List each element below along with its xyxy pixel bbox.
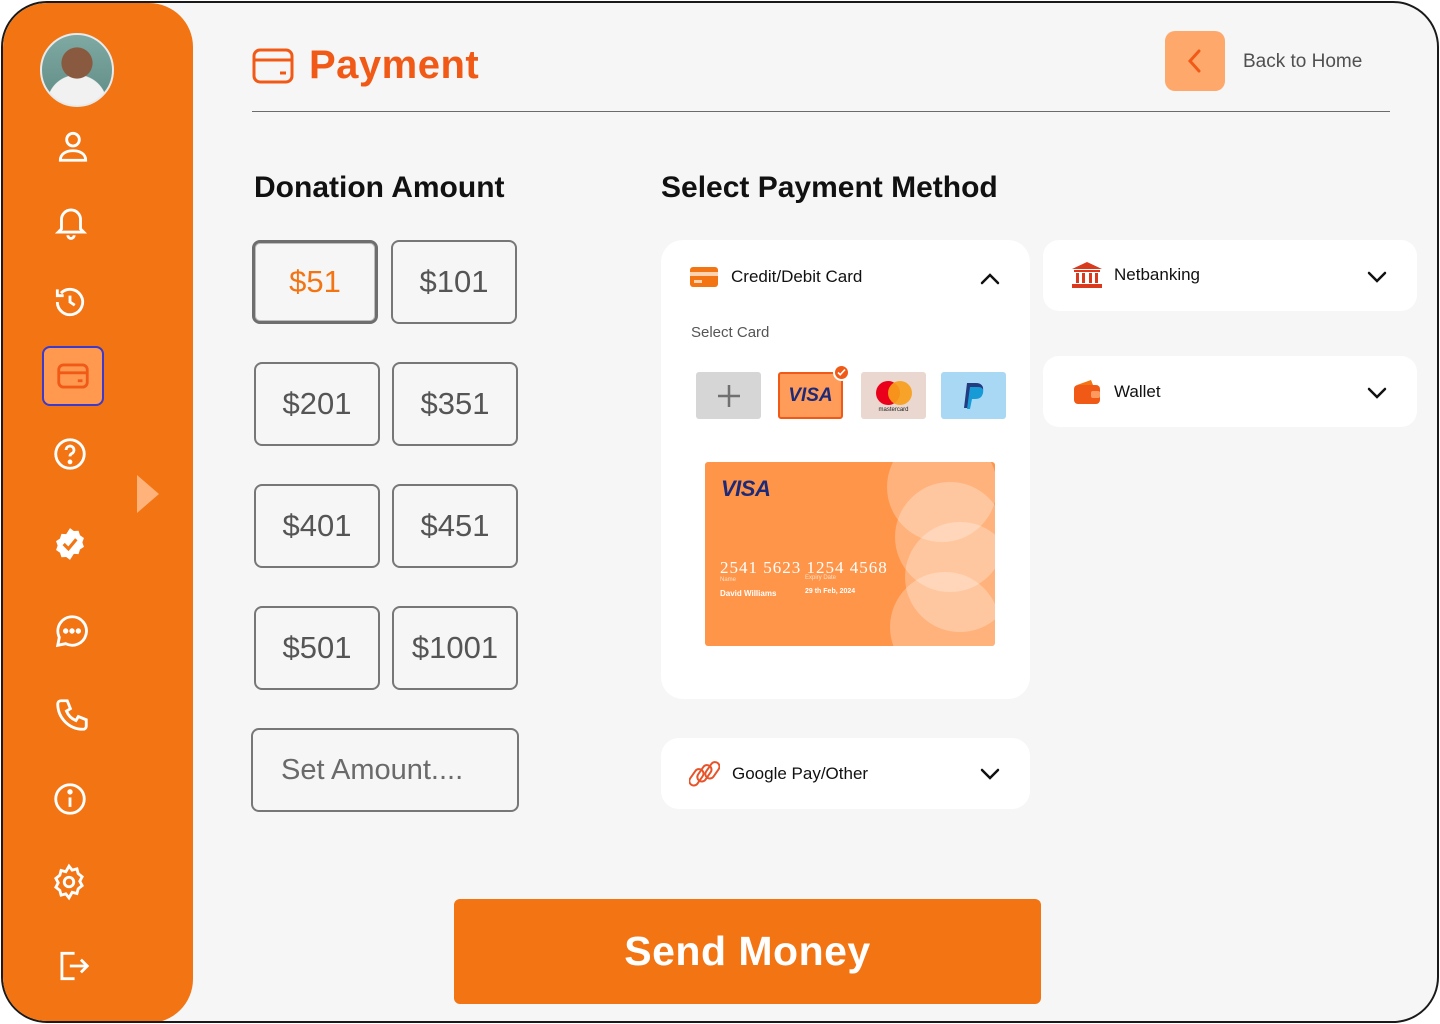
credit-card-panel: Credit/Debit Card Select Card VISA maste… xyxy=(661,240,1030,699)
send-money-button[interactable]: Send Money xyxy=(454,899,1041,1004)
sidebar-toggle-arrow[interactable] xyxy=(137,475,159,513)
avatar[interactable] xyxy=(40,33,114,107)
selected-check-icon xyxy=(833,364,850,381)
credit-card-preview: VISA 2541 5623 1254 4568 Name Expiry Dat… xyxy=(705,462,995,646)
header-divider xyxy=(252,111,1390,112)
google-pay-label: Google Pay/Other xyxy=(732,764,869,783)
chevron-down-icon[interactable] xyxy=(1366,270,1388,284)
amount-option-351[interactable]: $351 xyxy=(392,362,518,446)
gear-icon[interactable] xyxy=(47,860,91,904)
bank-icon xyxy=(1072,262,1102,288)
visa-card-option[interactable]: VISA xyxy=(778,372,843,419)
logout-icon[interactable] xyxy=(51,944,95,988)
back-button[interactable] xyxy=(1165,31,1225,91)
page-title: Payment xyxy=(309,43,480,87)
card-name-label: Name xyxy=(720,577,737,583)
bell-icon[interactable] xyxy=(49,199,93,243)
chevron-down-icon[interactable] xyxy=(979,767,1001,781)
card-holder-name: David Williams xyxy=(720,589,777,598)
wallet-card-icon xyxy=(57,363,89,389)
amount-option-401[interactable]: $401 xyxy=(254,484,380,568)
card-icon xyxy=(252,48,294,84)
select-card-label: Select Card xyxy=(691,324,770,341)
amount-option-101[interactable]: $101 xyxy=(391,240,517,324)
card-number: 2541 5623 1254 4568 xyxy=(720,558,888,577)
card-expiry-label: Expiry Date xyxy=(805,575,837,581)
amount-option-501[interactable]: $501 xyxy=(254,606,380,690)
card-expiry-date: 29 th Feb, 2024 xyxy=(805,588,856,595)
chevron-up-icon[interactable] xyxy=(979,272,1001,286)
plus-icon xyxy=(717,384,740,407)
chat-icon[interactable] xyxy=(50,609,94,653)
credit-card-header[interactable]: Credit/Debit Card xyxy=(689,266,862,288)
custom-amount-input[interactable] xyxy=(251,728,519,812)
history-icon[interactable] xyxy=(48,280,92,324)
sidebar-item-payment[interactable] xyxy=(42,346,104,406)
google-pay-icon xyxy=(689,761,720,787)
mastercard-logo: mastercard xyxy=(872,377,916,415)
amount-option-201[interactable]: $201 xyxy=(254,362,380,446)
paypal-logo xyxy=(963,382,983,409)
netbanking-label: Netbanking xyxy=(1114,265,1201,284)
paypal-option[interactable] xyxy=(941,372,1006,419)
back-to-home-link[interactable]: Back to Home xyxy=(1243,51,1362,73)
wallet-icon xyxy=(1074,380,1100,404)
chevron-down-icon[interactable] xyxy=(1366,386,1388,400)
mastercard-option[interactable]: mastercard xyxy=(861,372,926,419)
info-icon[interactable] xyxy=(48,777,92,821)
chevron-left-icon xyxy=(1187,49,1201,73)
wallet-label: Wallet xyxy=(1114,382,1161,401)
app-window: Payment Back to Home Donation Amount $51… xyxy=(1,1,1439,1023)
verified-badge-icon[interactable] xyxy=(48,522,92,566)
amount-option-1001[interactable]: $1001 xyxy=(392,606,518,690)
amount-option-51[interactable]: $51 xyxy=(252,240,378,324)
netbanking-panel[interactable]: Netbanking xyxy=(1043,240,1417,311)
add-card-button[interactable] xyxy=(696,372,761,419)
amount-option-451[interactable]: $451 xyxy=(392,484,518,568)
sidebar xyxy=(3,3,193,1021)
payment-method-title: Select Payment Method xyxy=(661,171,998,204)
card-brand-logo: VISA xyxy=(721,476,771,501)
google-pay-panel[interactable]: Google Pay/Other xyxy=(661,738,1030,809)
user-icon[interactable] xyxy=(51,124,95,168)
credit-card-icon xyxy=(690,267,718,287)
donation-amount-title: Donation Amount xyxy=(254,171,505,204)
credit-card-label: Credit/Debit Card xyxy=(731,267,863,286)
phone-icon[interactable] xyxy=(50,693,94,737)
visa-logo: VISA xyxy=(788,384,833,406)
question-icon[interactable] xyxy=(48,432,92,476)
wallet-panel[interactable]: Wallet xyxy=(1043,356,1417,427)
